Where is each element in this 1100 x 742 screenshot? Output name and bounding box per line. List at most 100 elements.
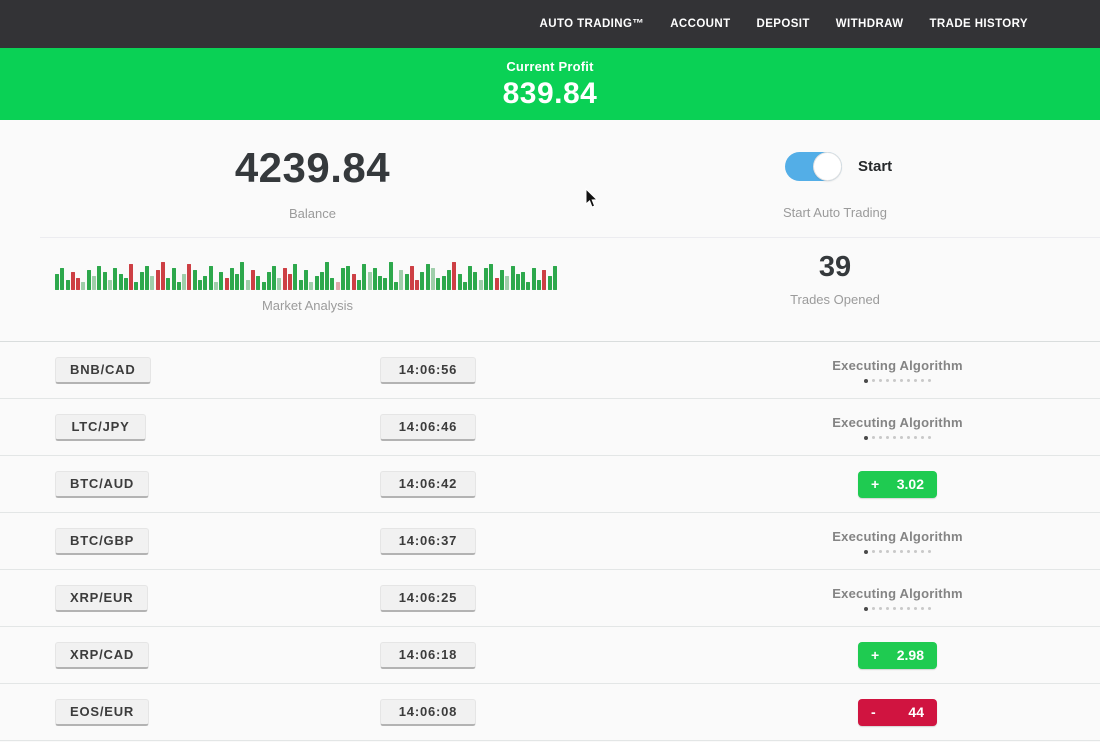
chart-bar	[368, 272, 372, 290]
chart-bar	[267, 272, 271, 290]
chart-bar	[219, 272, 223, 290]
chart-bar	[193, 270, 197, 290]
executing-algorithm-label: Executing Algorithm	[810, 529, 985, 544]
chart-bar	[346, 266, 350, 290]
nav-item-auto-trading[interactable]: AUTO TRADING™	[540, 18, 645, 30]
chart-bar	[330, 278, 334, 290]
trades-list: BNB/CAD 14:06:56 Executing Algorithm LTC…	[0, 341, 1100, 741]
chart-bar	[119, 274, 123, 290]
chart-bar	[113, 268, 117, 290]
chart-bar	[431, 268, 435, 290]
chart-bar	[277, 278, 281, 290]
chart-bar	[150, 276, 154, 290]
balance-label: Balance	[160, 206, 465, 221]
chart-bar	[108, 280, 112, 290]
trade-row: BNB/CAD 14:06:56 Executing Algorithm	[0, 342, 1100, 399]
nav-item-account[interactable]: ACCOUNT	[670, 18, 730, 30]
chart-bar	[463, 282, 467, 290]
trade-row: LTC/JPY 14:06:46 Executing Algorithm	[0, 399, 1100, 456]
auto-trading-block: Start Start Auto Trading	[735, 120, 935, 341]
chart-bar	[209, 266, 213, 290]
chart-bar	[145, 266, 149, 290]
chart-bar	[203, 276, 207, 290]
chart-bar	[230, 268, 234, 290]
chart-bar	[225, 278, 229, 290]
chart-bar	[495, 278, 499, 290]
chart-bar	[405, 274, 409, 290]
nav-item-trade-history[interactable]: TRADE HISTORY	[930, 18, 1029, 30]
chart-bar	[92, 276, 96, 290]
chart-bar	[76, 278, 80, 290]
pair-chip: BNB/CAD	[55, 357, 151, 384]
chart-bar	[458, 274, 462, 290]
progress-dots	[810, 436, 985, 440]
chart-bar	[304, 270, 308, 290]
chart-bar	[320, 272, 324, 290]
executing-algorithm-label: Executing Algorithm	[810, 358, 985, 373]
chart-bar	[246, 280, 250, 290]
time-chip: 14:06:08	[380, 699, 476, 726]
nav-item-withdraw[interactable]: WITHDRAW	[836, 18, 904, 30]
chart-bar	[134, 282, 138, 290]
chart-bar	[553, 266, 557, 290]
market-analysis-label: Market Analysis	[55, 298, 560, 313]
chart-bar	[140, 272, 144, 290]
chart-bar	[357, 280, 361, 290]
auto-trading-toggle[interactable]	[785, 152, 842, 181]
trade-status: Executing Algorithm	[810, 586, 985, 611]
chart-bar	[521, 272, 525, 290]
pair-chip: LTC/JPY	[55, 414, 146, 441]
chart-bar	[272, 266, 276, 290]
chart-bar	[124, 278, 128, 290]
trade-status: -44	[810, 699, 985, 726]
chart-bar	[172, 268, 176, 290]
chart-bar	[420, 272, 424, 290]
trade-row: XRP/EUR 14:06:25 Executing Algorithm	[0, 570, 1100, 627]
pair-chip: BTC/AUD	[55, 471, 149, 498]
chart-bar	[256, 276, 260, 290]
trade-row: BTC/AUD 14:06:42 +3.02	[0, 456, 1100, 513]
chart-bar	[436, 278, 440, 290]
chart-bar	[389, 262, 393, 290]
balance-value: 4239.84	[160, 144, 465, 192]
time-chip: 14:06:56	[380, 357, 476, 384]
chart-bar	[484, 268, 488, 290]
chart-bar	[373, 268, 377, 290]
chart-bar	[426, 264, 430, 290]
divider	[40, 237, 1100, 238]
chart-bar	[415, 280, 419, 290]
progress-dots	[810, 607, 985, 611]
chart-bar	[378, 276, 382, 290]
chart-bar	[548, 276, 552, 290]
chart-bar	[97, 266, 101, 290]
chart-bar	[473, 272, 477, 290]
progress-dots	[810, 550, 985, 554]
trades-opened-label: Trades Opened	[735, 292, 935, 307]
chart-bar	[500, 270, 504, 290]
chart-bar	[447, 270, 451, 290]
chart-bar	[156, 270, 160, 290]
chart-bar	[526, 282, 530, 290]
chart-bar	[288, 274, 292, 290]
chart-bar	[293, 264, 297, 290]
auto-trading-caption: Start Auto Trading	[735, 205, 935, 220]
pair-chip: XRP/EUR	[55, 585, 148, 612]
chart-bar	[325, 262, 329, 290]
chart-bar	[315, 276, 319, 290]
stats-section: 4239.84 Balance Start Start Auto Trading…	[0, 120, 1100, 341]
chart-bar	[489, 264, 493, 290]
chart-bar	[55, 274, 59, 290]
trades-opened-block: 39 Trades Opened	[735, 251, 935, 307]
toggle-knob-icon	[814, 153, 841, 180]
chart-bar	[537, 280, 541, 290]
time-chip: 14:06:46	[380, 414, 476, 441]
profit-banner-value: 839.84	[0, 77, 1100, 111]
chart-bar	[352, 274, 356, 290]
chart-bar	[511, 266, 515, 290]
profit-banner: Current Profit 839.84	[0, 48, 1100, 120]
chart-bar	[60, 268, 64, 290]
pair-chip: EOS/EUR	[55, 699, 149, 726]
nav-item-deposit[interactable]: DEPOSIT	[757, 18, 810, 30]
chart-bar	[341, 268, 345, 290]
chart-bar	[129, 264, 133, 290]
